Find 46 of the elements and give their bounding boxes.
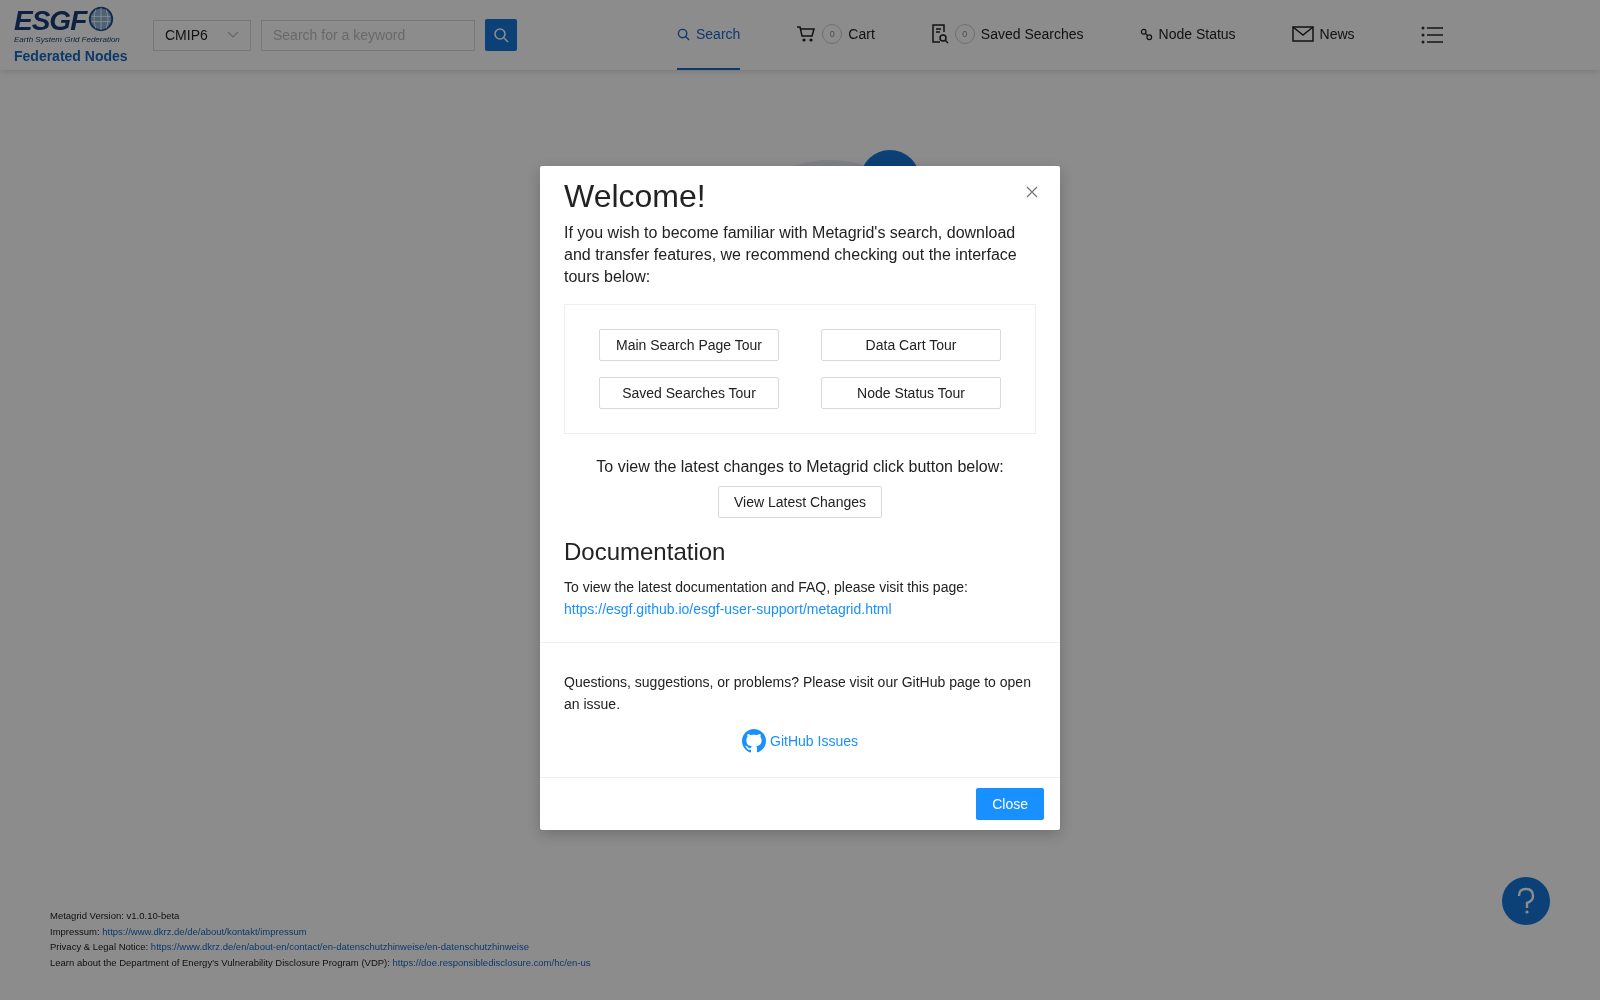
link-icon	[1139, 27, 1153, 41]
documentation-heading: Documentation	[564, 538, 727, 566]
footer-text: Impressum: https://www.dkrz.de/de/about/kontakt/impressum	[50, 924, 308, 939]
footer-link[interactable]: https://www.dkrz.de/de/about/kontakt/impressum	[102, 925, 307, 937]
question-icon	[1516, 887, 1536, 915]
nav-label: News	[1319, 26, 1355, 42]
footer-link[interactable]: https://www.dkrz.de/en/about-en/contact/en-datenschutzhinweise/en-datenschutzhinweise	[150, 941, 529, 952]
latest-changes-button[interactable]: View Latest Changes	[717, 486, 883, 518]
nav-tab[interactable]: Node Status	[1139, 0, 1236, 70]
search-button[interactable]	[485, 19, 517, 51]
tour-button[interactable]: Node Status Tour	[821, 377, 1001, 409]
nav-label: Saved Searches	[980, 26, 1084, 42]
project-select[interactable]: CMIP6	[153, 19, 251, 51]
changes-text: To view the latest changes to Metagrid click button below:	[595, 458, 1005, 476]
footer-text: Learn about the Department of Energy's Vulnerability Disclosure Program (VDP): https://doe.responsibledisclosure.com/hc/en-us	[50, 955, 591, 970]
github-icon	[742, 729, 767, 753]
tour-button[interactable]: Saved Searches Tour	[599, 377, 779, 409]
tour-button[interactable]: Main Search Page Tour	[599, 329, 779, 361]
cart-icon	[796, 25, 817, 43]
globe-icon	[88, 6, 115, 32]
documentation-text: To view the latest documentation and FAQ, please visit this page:	[564, 578, 969, 597]
documentation-link[interactable]: https://esgf.github.io/esgf-user-support/metagrid.html	[564, 601, 892, 617]
footer-text: Privacy & Legal Notice: https://www.dkrz.de/en/about-en/contact/en-datenschutzhinweise/en-datenschutzhinweise	[50, 940, 530, 954]
nav-tab[interactable]: Search	[677, 0, 741, 70]
dialog-title: Welcome!	[564, 177, 706, 216]
close-icon[interactable]	[1026, 186, 1038, 198]
logo[interactable]: ESGF Earth System Grid Federation	[14, 6, 134, 46]
tour-button[interactable]: Data Cart Tour	[821, 329, 1001, 361]
document-search-icon	[930, 24, 949, 44]
footer-text: Metagrid Version: v1.0.10-beta	[50, 909, 181, 923]
footer-link[interactable]: https://doe.responsibledisclosure.com/hc/en-us	[392, 956, 591, 968]
close-button[interactable]: Close	[976, 788, 1044, 820]
nav-label: Node Status	[1158, 26, 1236, 42]
nav-tab[interactable]: News	[1291, 0, 1355, 70]
caret-icon	[227, 31, 239, 39]
nav-label: Cart	[848, 26, 875, 42]
nav-label: Search	[696, 26, 741, 42]
search-icon	[677, 27, 690, 41]
intro-text: If you wish to become familiar with Metagrid's search, download and transfer features, we recommend checking out the interface tours below:	[564, 223, 1018, 287]
github-issues-link[interactable]: GitHub Issues	[742, 729, 858, 753]
mail-icon	[1291, 26, 1314, 42]
federated-nodes-link[interactable]: Federated Nodes	[14, 48, 144, 64]
search-icon	[493, 27, 509, 43]
questions-text: Questions, suggestions, or problems? Please visit our GitHub page to open an issue.	[564, 673, 1032, 714]
menu-icon[interactable]	[1420, 26, 1443, 44]
help-button[interactable]	[1502, 877, 1550, 925]
